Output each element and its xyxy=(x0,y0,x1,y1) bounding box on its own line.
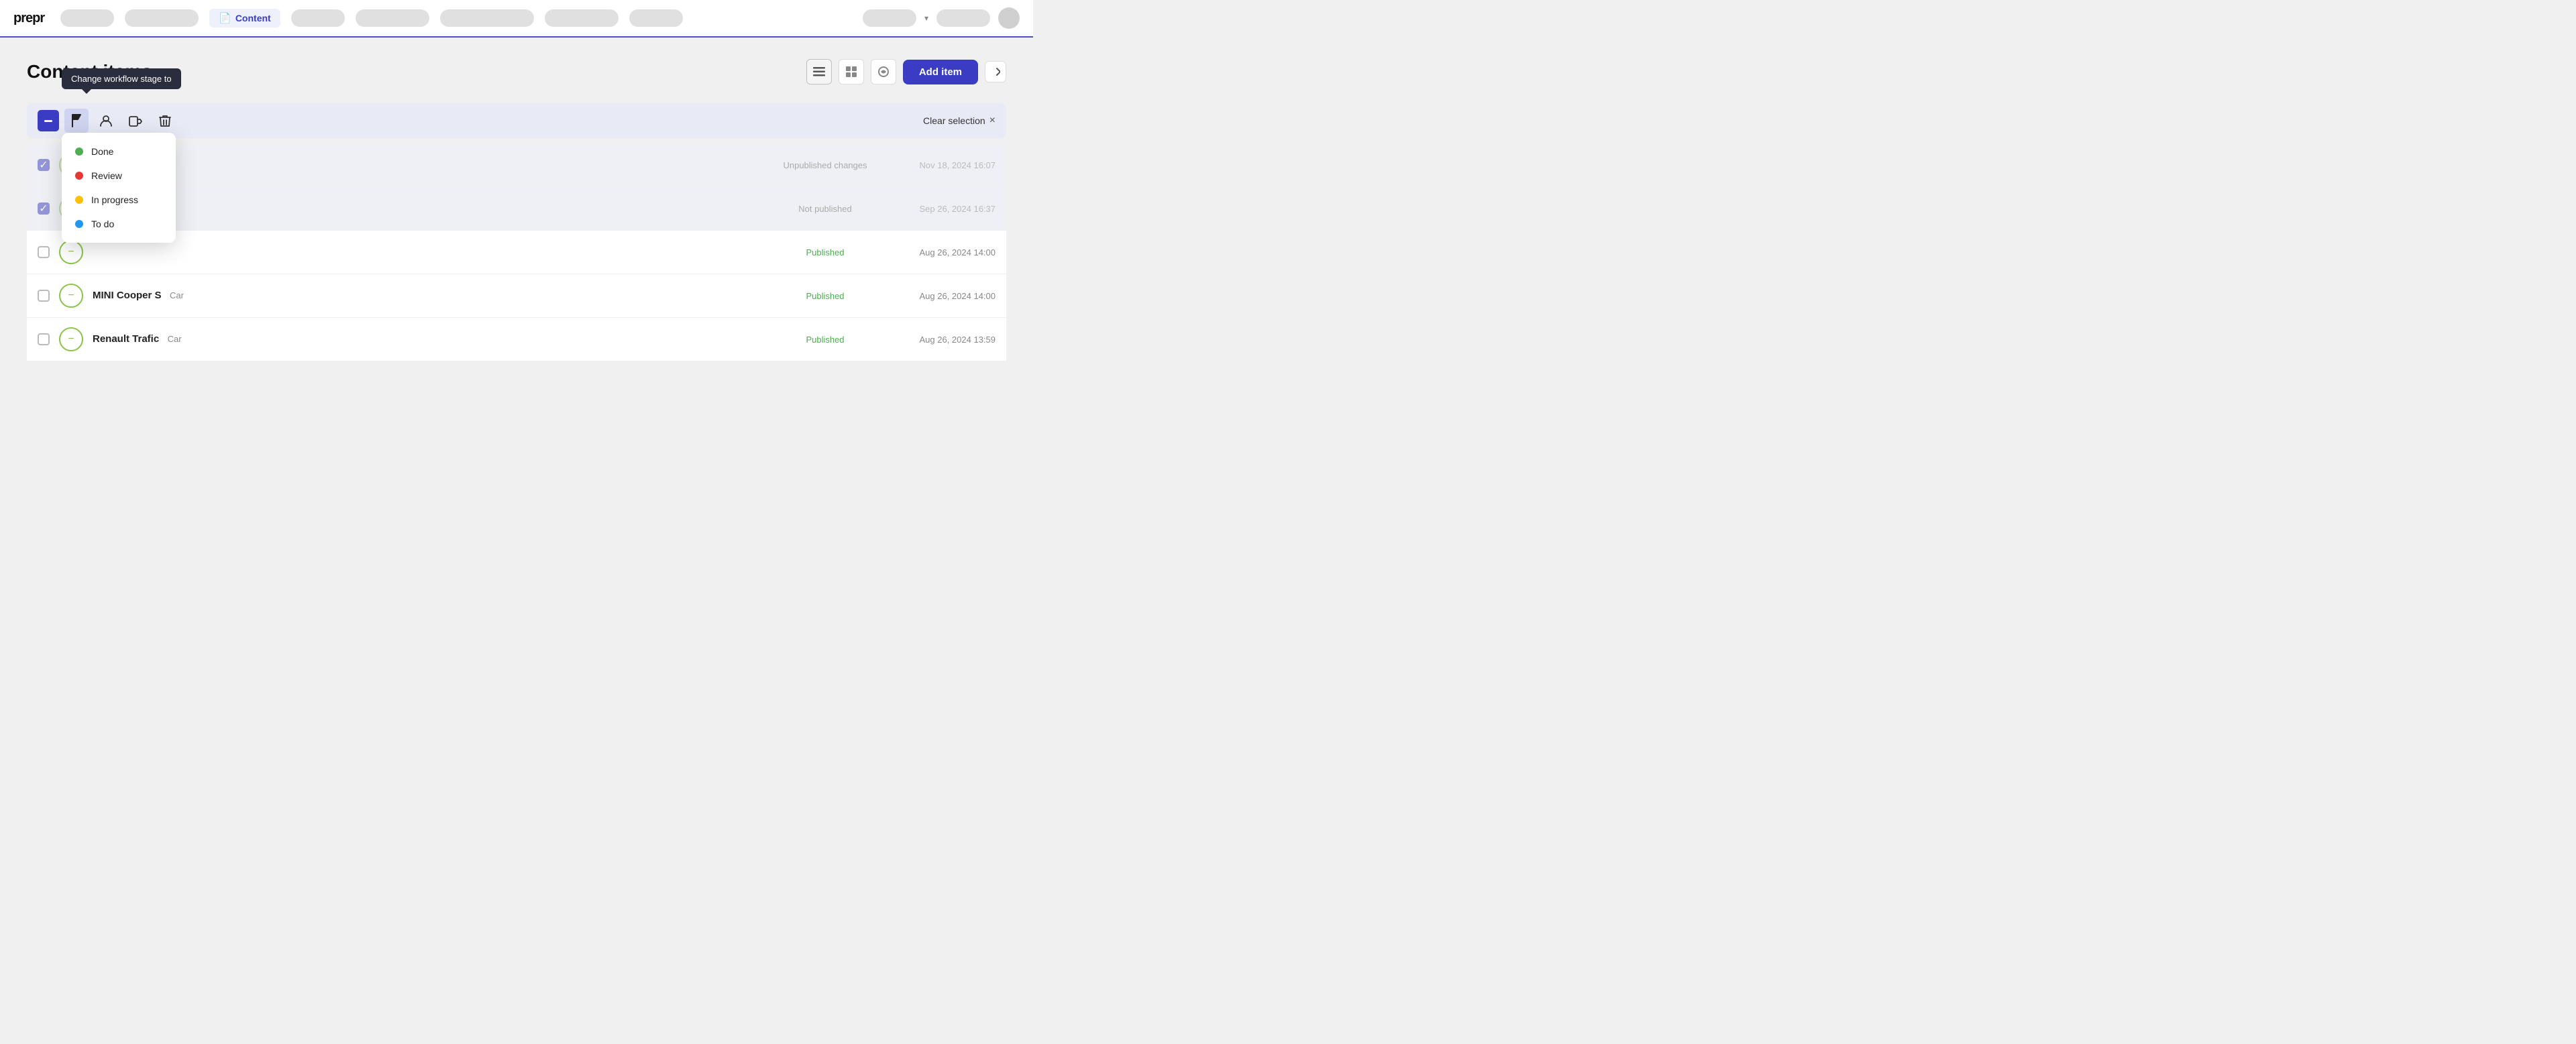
item-date-3: Aug 26, 2024 14:00 xyxy=(888,247,996,257)
item-status-3: Published xyxy=(771,247,879,257)
item-info-4: MINI Cooper S Car xyxy=(93,290,762,302)
item-info-5: Renault Trafic Car xyxy=(93,333,762,345)
science-view-button[interactable] xyxy=(871,59,896,84)
to-do-dot xyxy=(75,220,83,228)
collapse-button[interactable] xyxy=(985,61,1006,82)
topbar-right: ▾ xyxy=(863,7,1020,29)
row-checkbox-4[interactable] xyxy=(38,290,50,302)
table-row[interactable]: − Renault Trafic Car Published Aug 26, 2… xyxy=(27,318,1006,361)
nav-pill-1[interactable] xyxy=(60,9,114,27)
status-circle-5: − xyxy=(59,327,83,351)
item-status-5: Published xyxy=(771,335,879,345)
done-dot xyxy=(75,148,83,156)
doc-icon: 📄 xyxy=(219,12,231,24)
nav-pill-4[interactable] xyxy=(356,9,429,27)
nav-pill-9[interactable] xyxy=(936,9,990,27)
nav-pill-3[interactable] xyxy=(291,9,345,27)
clear-x-icon: × xyxy=(989,115,996,127)
workflow-option-review[interactable]: Review xyxy=(62,164,176,188)
nav-pill-2[interactable] xyxy=(125,9,199,27)
workflow-dropdown: Done Review In progress To do xyxy=(62,133,176,243)
add-item-button[interactable]: Add item xyxy=(903,60,978,84)
item-type-4: Car xyxy=(170,290,184,300)
to-do-label: To do xyxy=(91,219,114,229)
main-content: Content items xyxy=(0,38,1033,383)
selection-actions xyxy=(38,109,177,133)
row-checkbox-1[interactable]: ✓ xyxy=(38,159,50,171)
avatar[interactable] xyxy=(998,7,1020,29)
nav-pill-7[interactable] xyxy=(629,9,683,27)
in-progress-dot xyxy=(75,196,83,204)
logo: prepr xyxy=(13,11,44,26)
item-date-5: Aug 26, 2024 13:59 xyxy=(888,335,996,345)
item-date-2: Sep 26, 2024 16:37 xyxy=(888,204,996,214)
chevron-down-icon: ▾ xyxy=(924,13,928,23)
item-name-4: MINI Cooper S xyxy=(93,290,162,301)
row-checkbox-2[interactable]: ✓ xyxy=(38,202,50,215)
content-tab[interactable]: 📄 Content xyxy=(209,9,280,27)
item-type-5: Car xyxy=(168,334,182,344)
review-dot xyxy=(75,172,83,180)
review-label: Review xyxy=(91,170,122,181)
workflow-stage-button[interactable] xyxy=(64,109,89,133)
clear-selection-label: Clear selection xyxy=(923,115,985,126)
in-progress-label: In progress xyxy=(91,194,138,205)
grid-view-button[interactable] xyxy=(839,59,864,84)
page-header: Content items xyxy=(27,59,1006,84)
row-checkbox-3[interactable] xyxy=(38,246,50,258)
move-button[interactable] xyxy=(123,109,148,133)
item-name-5: Renault Trafic xyxy=(93,333,159,345)
list-view-button[interactable] xyxy=(806,59,832,84)
workflow-option-to-do[interactable]: To do xyxy=(62,212,176,236)
nav-pill-8[interactable] xyxy=(863,9,916,27)
item-date-1: Nov 18, 2024 16:07 xyxy=(888,160,996,170)
workflow-option-in-progress[interactable]: In progress xyxy=(62,188,176,212)
nav-pill-5[interactable] xyxy=(440,9,534,27)
row-checkbox-5[interactable] xyxy=(38,333,50,345)
page-title: Content items xyxy=(27,61,806,82)
workflow-option-done[interactable]: Done xyxy=(62,139,176,164)
status-circle-4: − xyxy=(59,284,83,308)
item-status-2: Not published xyxy=(771,204,879,214)
topbar: prepr 📄 Content ▾ xyxy=(0,0,1033,38)
nav-pill-6[interactable] xyxy=(545,9,619,27)
header-actions: Add item xyxy=(806,59,1006,84)
item-status-1: Unpublished changes xyxy=(771,160,879,170)
item-status-4: Published xyxy=(771,291,879,301)
status-circle-3: − xyxy=(59,240,83,264)
selection-bar: Change workflow stage to xyxy=(27,103,1006,138)
done-label: Done xyxy=(91,146,113,157)
clear-selection[interactable]: Clear selection × xyxy=(923,115,996,127)
assign-person-button[interactable] xyxy=(94,109,118,133)
deselect-button[interactable] xyxy=(38,110,59,131)
delete-button[interactable] xyxy=(153,109,177,133)
table-row[interactable]: − MINI Cooper S Car Published Aug 26, 20… xyxy=(27,274,1006,318)
item-date-4: Aug 26, 2024 14:00 xyxy=(888,291,996,301)
content-tab-label: Content xyxy=(235,13,271,23)
